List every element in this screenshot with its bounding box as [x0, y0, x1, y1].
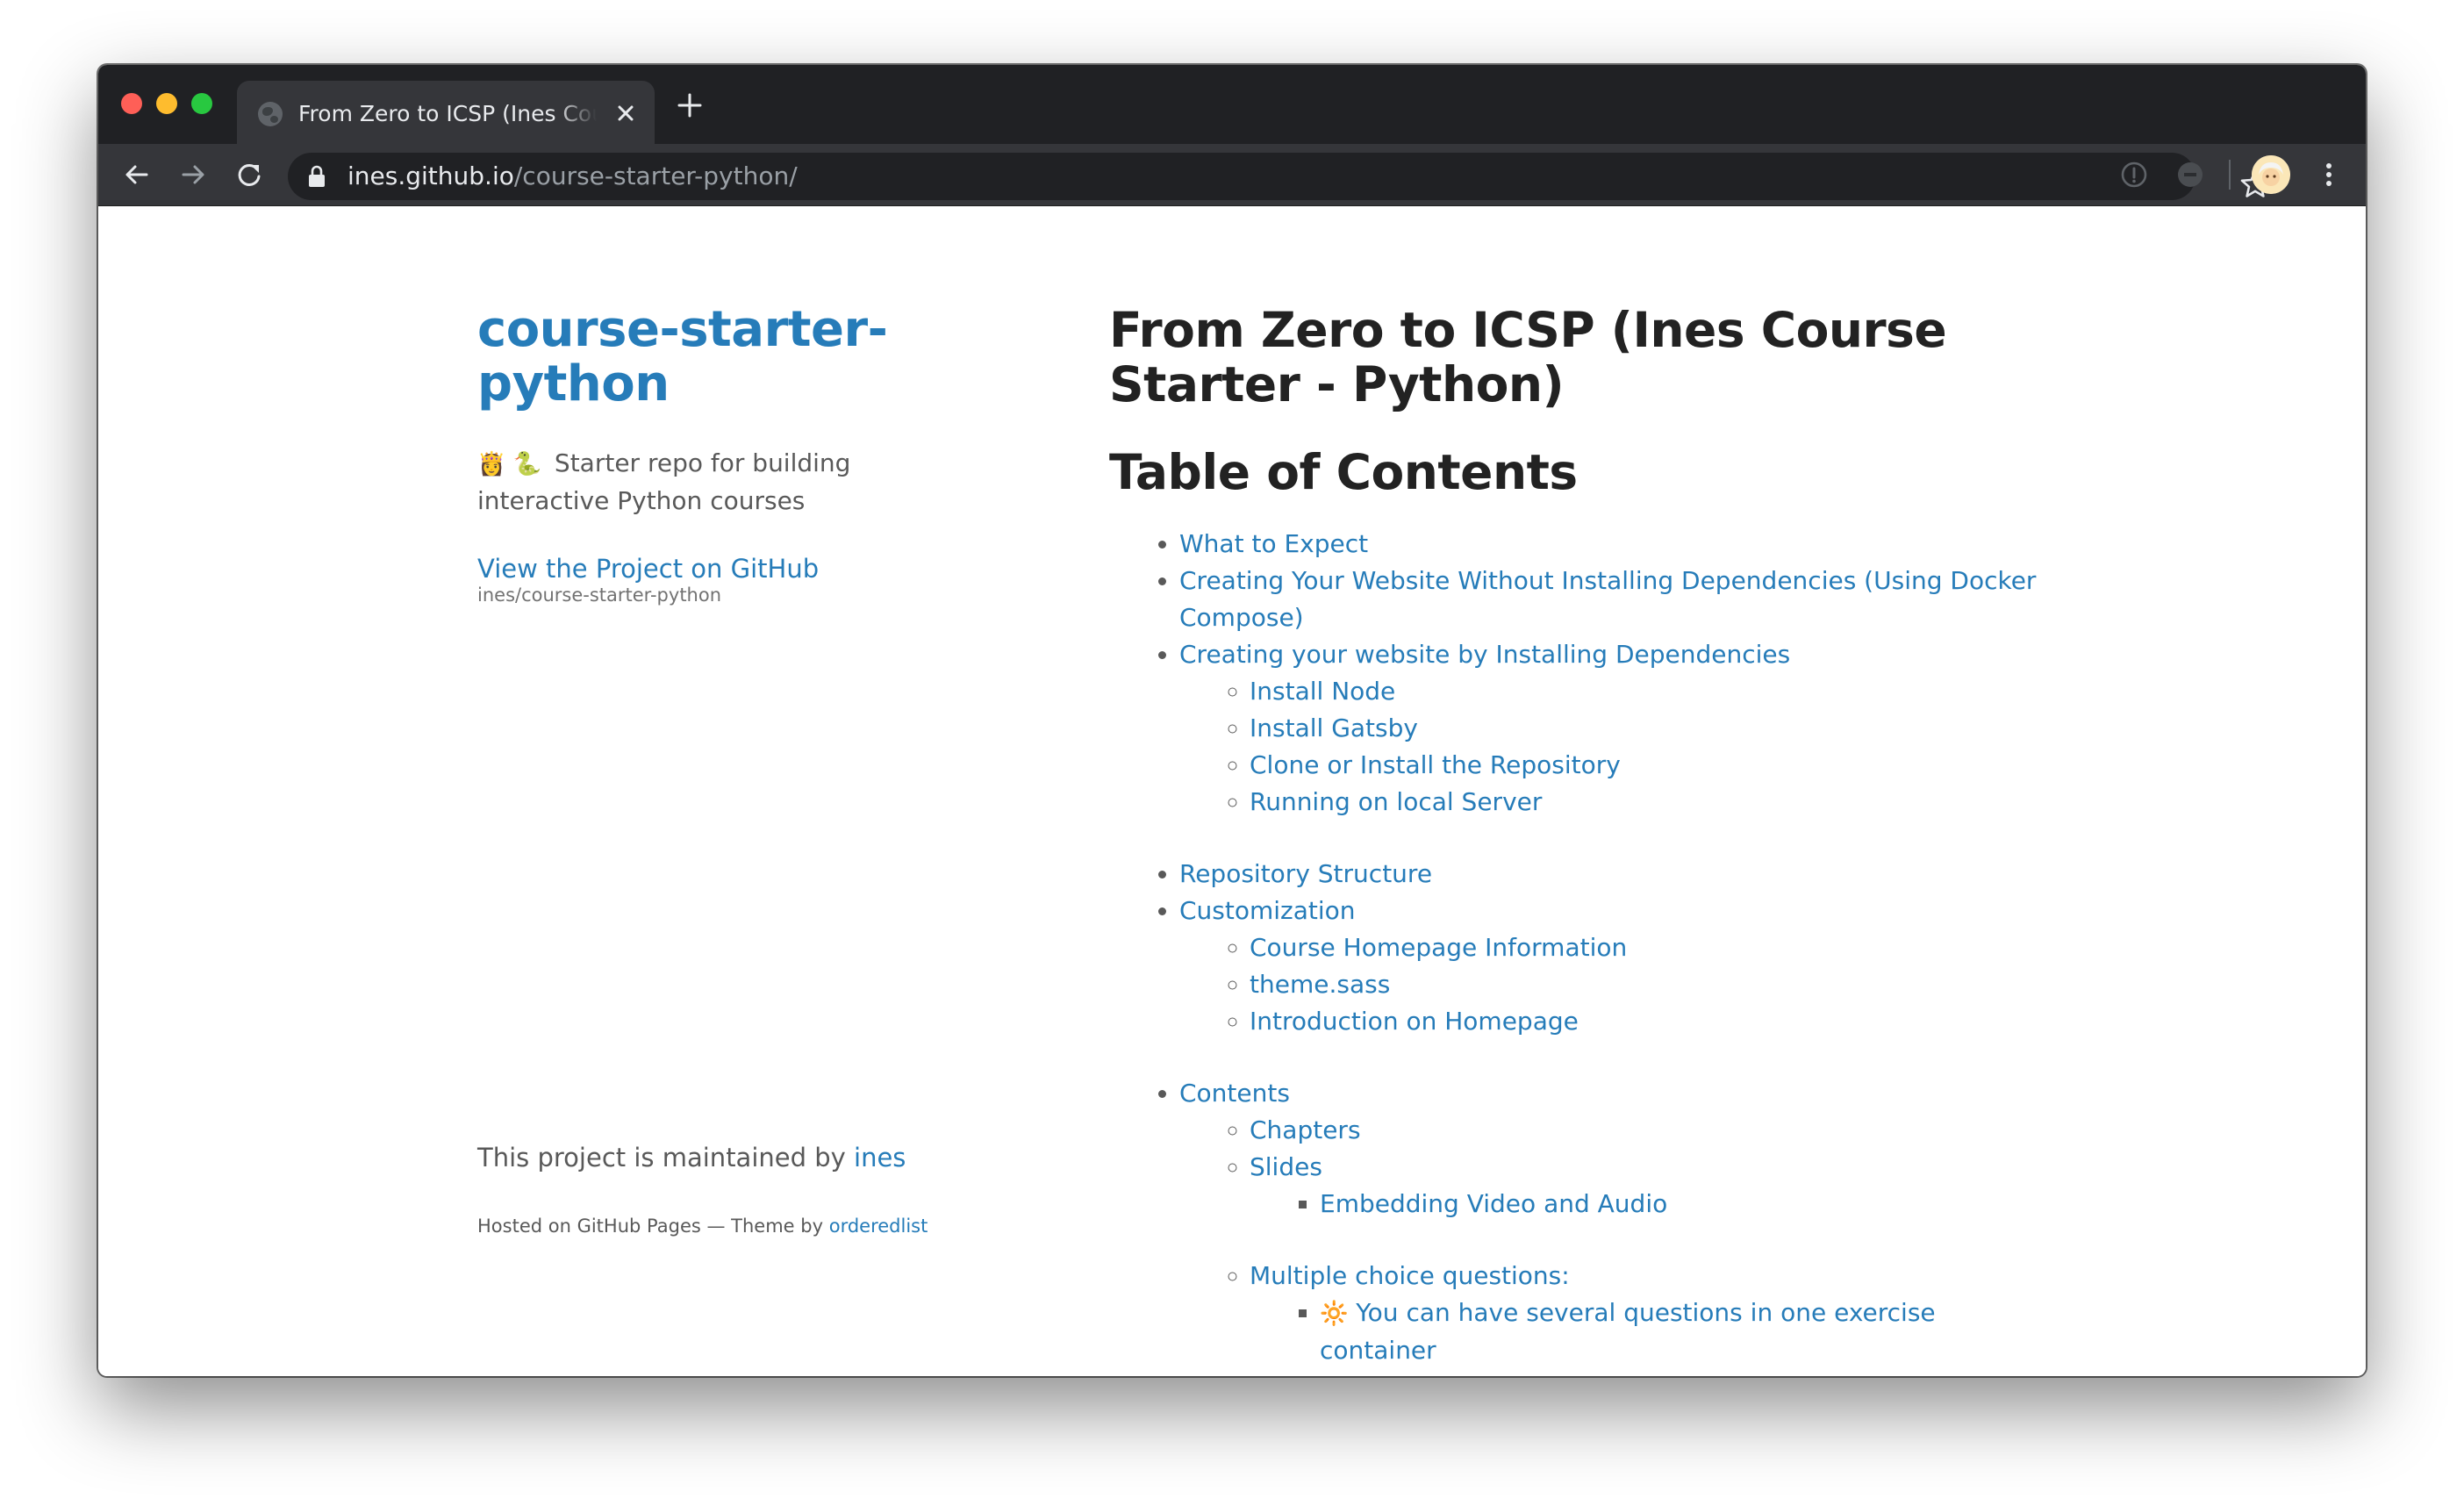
- view-on-github-label[interactable]: View the Project on GitHub: [477, 554, 819, 584]
- toc-subitem: Running on local Server: [1250, 784, 2039, 821]
- hosted-on: Hosted on GitHub Pages — Theme by ordere…: [477, 1214, 1004, 1238]
- toc-sublist: Install Node Install Gatsby Clone or Ins…: [1179, 673, 2039, 821]
- toc-item: Creating Your Website Without Installing…: [1179, 563, 2039, 636]
- site-description: 👸 🐍 Starter repo for building interactiv…: [477, 445, 934, 520]
- toc-link-repository-structure[interactable]: Repository Structure: [1179, 859, 1432, 888]
- main-section: From Zero to ICSP (Ines Course Starter -…: [1109, 303, 2039, 1369]
- site-title-link[interactable]: course-starter-python: [477, 303, 934, 412]
- toc-link-homepage-information[interactable]: Course Homepage Information: [1250, 933, 1627, 962]
- toc-link-what-to-expect[interactable]: What to Expect: [1179, 529, 1368, 558]
- toc-item: What to Expect: [1179, 526, 2039, 563]
- toc-link-several-questions-label: You can have several questions in one ex…: [1320, 1298, 1936, 1365]
- toc-link-video-audio[interactable]: Embedding Video and Audio: [1320, 1189, 1667, 1218]
- lock-icon[interactable]: [307, 165, 326, 188]
- reload-icon[interactable]: [232, 157, 267, 192]
- browser-tab-active[interactable]: From Zero to ICSP (Ines Course Starter -…: [237, 81, 655, 144]
- hosted-prefix: Hosted on GitHub Pages — Theme by: [477, 1216, 824, 1237]
- toc-item: Contents Chapters Slides Embedding Video…: [1179, 1075, 2039, 1369]
- window-minimize-button[interactable]: [156, 93, 177, 114]
- kebab-menu-icon[interactable]: [2313, 159, 2345, 190]
- address-bar[interactable]: ines.github.io/course-starter-python/: [288, 153, 2270, 200]
- toolbar-divider: [2229, 160, 2231, 190]
- table-of-contents: What to Expect Creating Your Website Wit…: [1109, 526, 2039, 1369]
- toc-subsubitem: Embedding Video and Audio: [1320, 1186, 2039, 1223]
- toc-subitem: Install Gatsby: [1250, 710, 2039, 747]
- toc-link-docker-compose[interactable]: Creating Your Website Without Installing…: [1179, 566, 2036, 632]
- toc-subitem: Multiple choice questions: 🔆 You can hav…: [1250, 1258, 2039, 1369]
- toc-link-local-server[interactable]: Running on local Server: [1250, 787, 1542, 816]
- github-repo-name: ines/course-starter-python: [477, 584, 722, 606]
- globe-icon: [258, 102, 283, 126]
- toc-link-introduction-homepage[interactable]: Introduction on Homepage: [1250, 1007, 1579, 1036]
- site-header: course-starter-python 👸 🐍 Starter repo f…: [477, 303, 934, 606]
- theme-author-link[interactable]: orderedlist: [829, 1216, 928, 1237]
- url-host: ines.github.io: [347, 161, 514, 190]
- toc-subitem: Course Homepage Information: [1250, 929, 2039, 966]
- toc-heading: Table of Contents: [1109, 444, 1578, 500]
- toc-subitem: Chapters: [1250, 1112, 2039, 1149]
- toc-subitem: theme.sass: [1250, 966, 2039, 1003]
- url-path: /course-starter-python/: [513, 161, 798, 190]
- forward-arrow-icon[interactable]: [175, 157, 211, 192]
- profile-avatar[interactable]: [2252, 155, 2290, 194]
- maintainer-link[interactable]: ines: [854, 1143, 906, 1173]
- toc-sublist: Course Homepage Information theme.sass I…: [1179, 929, 2039, 1040]
- toc-link-theme-sass[interactable]: theme.sass: [1250, 970, 1390, 999]
- extension-csp-icon[interactable]: [2174, 159, 2206, 190]
- toc-item: Repository Structure: [1179, 856, 2039, 893]
- page-heading: From Zero to ICSP (Ines Course Starter -…: [1109, 302, 1947, 412]
- tab-close-icon[interactable]: [611, 98, 641, 128]
- toc-link-multiple-choice[interactable]: Multiple choice questions:: [1250, 1261, 1570, 1290]
- sidebar-footer: This project is maintained by ines Hoste…: [477, 1140, 1004, 1238]
- toc-item: Creating your website by Installing Depe…: [1179, 636, 2039, 821]
- description-emojis: 👸 🐍: [477, 451, 542, 477]
- browser-window: From Zero to ICSP (Ines Course Starter -…: [98, 65, 2366, 1376]
- url-text[interactable]: ines.github.io/course-starter-python/: [347, 161, 798, 191]
- page-content: course-starter-python 👸 🐍 Starter repo f…: [98, 206, 2366, 1376]
- maintained-by: This project is maintained by ines: [477, 1140, 1004, 1175]
- toc-link-install-gatsby[interactable]: Install Gatsby: [1250, 714, 1418, 742]
- toc-subsublist: 🔆 You can have several questions in one …: [1250, 1294, 2039, 1369]
- toc-subitem: Introduction on Homepage: [1250, 1003, 2039, 1040]
- toc-subsubitem: 🔆 You can have several questions in one …: [1320, 1294, 2039, 1369]
- view-on-github-link[interactable]: View the Project on GitHub ines/course-s…: [477, 553, 934, 606]
- back-arrow-icon[interactable]: [119, 157, 154, 192]
- toc-link-chapters[interactable]: Chapters: [1250, 1115, 1361, 1144]
- window-maximize-button[interactable]: [191, 93, 212, 114]
- window-close-button[interactable]: [121, 93, 142, 114]
- toc-link-install-node[interactable]: Install Node: [1250, 677, 1395, 706]
- browser-titlebar: From Zero to ICSP (Ines Course Starter -…: [98, 65, 2366, 144]
- maintained-prefix: This project is maintained by: [477, 1143, 846, 1173]
- toc-subsublist: Embedding Video and Audio: [1250, 1186, 2039, 1223]
- toc-link-installing-dependencies[interactable]: Creating your website by Installing Depe…: [1179, 640, 1790, 669]
- tab-title: From Zero to ICSP (Ines Course Starter -…: [298, 101, 597, 126]
- toc-subitem: Clone or Install the Repository: [1250, 747, 2039, 784]
- toc-subitem: Install Node: [1250, 673, 2039, 710]
- toc-subitem: Slides Embedding Video and Audio: [1250, 1149, 2039, 1223]
- new-tab-plus-icon[interactable]: [672, 88, 707, 123]
- toc-link-several-questions[interactable]: 🔆 You can have several questions in one …: [1320, 1298, 1936, 1365]
- toc-link-clone-repository[interactable]: Clone or Install the Repository: [1250, 750, 1621, 779]
- sun-emoji-icon: 🔆: [1320, 1301, 1349, 1327]
- toc-link-contents[interactable]: Contents: [1179, 1079, 1290, 1108]
- toc-sublist: Chapters Slides Embedding Video and Audi…: [1179, 1112, 2039, 1369]
- toc-item: Customization Course Homepage Informatio…: [1179, 893, 2039, 1040]
- toc-link-customization[interactable]: Customization: [1179, 896, 1356, 925]
- browser-toolbar: ines.github.io/course-starter-python/: [98, 144, 2366, 206]
- extension-info-icon[interactable]: [2118, 159, 2150, 190]
- toc-link-slides[interactable]: Slides: [1250, 1152, 1322, 1181]
